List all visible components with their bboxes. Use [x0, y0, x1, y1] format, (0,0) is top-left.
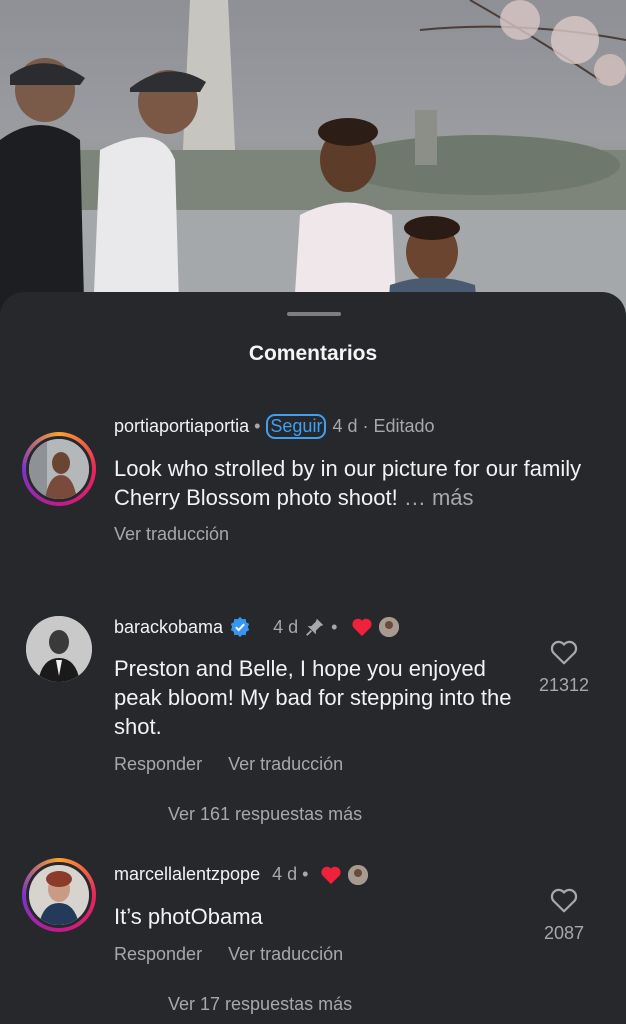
sheet-title: Comentarios — [248, 342, 378, 365]
comment-body: It’s photObama — [114, 904, 263, 929]
comment-meta: marcellalentzpope 4 d • — [114, 864, 369, 885]
separator-dot: • — [297, 864, 309, 884]
comment-actions: Responder Ver traducción — [114, 754, 343, 775]
view-replies-link[interactable]: Ver 161 respuestas más — [168, 804, 362, 825]
avatar[interactable] — [24, 614, 94, 684]
post-photo — [0, 0, 626, 340]
sheet-drag-handle[interactable] — [287, 312, 341, 316]
pin-icon — [306, 618, 324, 636]
reply-link[interactable]: Responder — [114, 754, 202, 775]
comment-text: Look who strolled by in our picture for … — [114, 454, 594, 512]
creator-avatar-mini — [379, 617, 400, 637]
comment-body: Look who strolled by in our picture for … — [114, 456, 582, 510]
like-count: 21312 — [538, 675, 590, 695]
separator-dot: • — [326, 616, 338, 637]
follow-button[interactable]: Seguir — [266, 414, 327, 439]
creator-avatar-mini — [348, 864, 369, 885]
separator-dot: · — [357, 416, 374, 436]
comment-body: Preston and Belle, I hope you enjoyed pe… — [114, 656, 512, 739]
translate-link[interactable]: Ver traducción — [228, 944, 343, 965]
translate-link[interactable]: Ver traducción — [228, 754, 343, 775]
photo-scene — [0, 0, 626, 340]
comment-time: 4 d — [332, 416, 358, 436]
heart-filled-icon — [321, 866, 342, 884]
heart-outline-icon[interactable] — [549, 638, 579, 666]
avatar[interactable] — [22, 432, 96, 506]
comment-time: 4 d — [272, 864, 298, 884]
username[interactable]: marcellalentzpope — [114, 864, 260, 885]
comment-meta: portiaportiaportia • Seguir 4 d · Editad… — [114, 414, 435, 439]
like-button[interactable]: 2087 — [524, 886, 604, 944]
translate-link[interactable]: Ver traducción — [114, 524, 229, 545]
username[interactable]: barackobama — [114, 617, 223, 638]
heart-outline-icon[interactable] — [549, 886, 579, 914]
like-button[interactable]: 21312 — [524, 638, 604, 696]
avatar-image — [26, 616, 92, 682]
verified-badge-icon — [230, 616, 250, 638]
edited-label: Editado — [373, 416, 435, 436]
username[interactable]: portiaportiaportia — [114, 416, 249, 437]
comments-sheet: Comentarios portiaportiaportia • Seguir … — [0, 292, 626, 1024]
separator-dot: • — [249, 416, 261, 436]
like-count: 2087 — [543, 923, 585, 943]
more-link[interactable]: … más — [404, 485, 474, 510]
avatar[interactable] — [22, 858, 96, 932]
comment-time: 4 d — [273, 616, 299, 637]
comment-meta: barackobama 4 d • — [114, 616, 400, 638]
comment-actions: Ver traducción — [114, 524, 229, 545]
view-replies-link[interactable]: Ver 17 respuestas más — [168, 994, 352, 1015]
comment-actions: Responder Ver traducción — [114, 944, 343, 965]
avatar-image — [29, 865, 89, 925]
avatar-image — [29, 439, 89, 499]
reply-link[interactable]: Responder — [114, 944, 202, 965]
heart-filled-icon — [352, 618, 372, 637]
